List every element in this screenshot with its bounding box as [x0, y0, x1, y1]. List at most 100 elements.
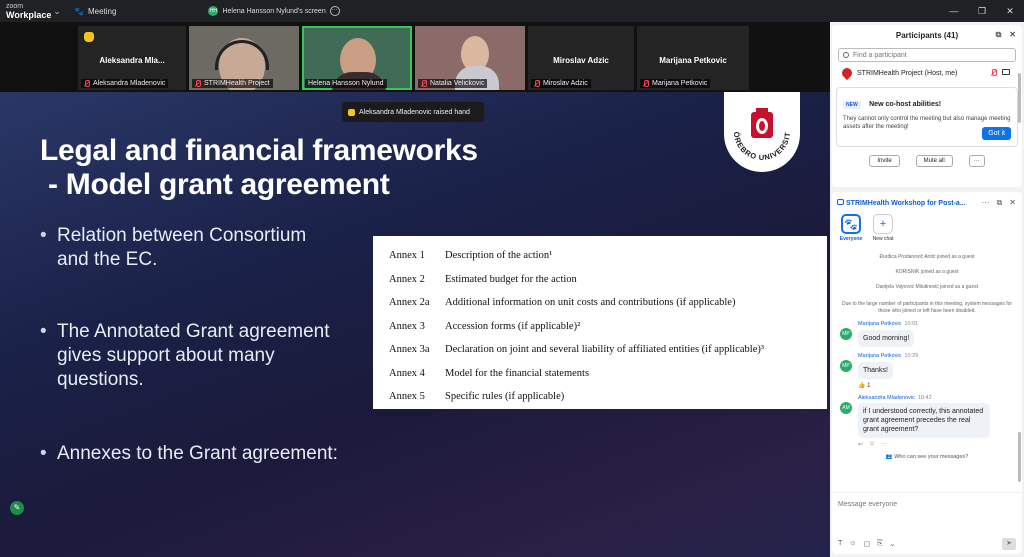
- message-actions: ↩ ☺ ···: [858, 441, 1022, 448]
- mic-muted-icon[interactable]: [991, 69, 997, 76]
- minimize-icon[interactable]: —: [940, 0, 968, 22]
- video-tile[interactable]: Miroslav Adzic Miroslav Adzic: [528, 26, 634, 90]
- participants-scrollbar[interactable]: [1018, 73, 1021, 123]
- video-tile-active[interactable]: Helena Hansson Nylund: [302, 26, 412, 90]
- annex-row: Annex 4 Model for the financial statement…: [373, 362, 827, 386]
- zoom-window: zoom Workplace ⌄ 🐾 Meeting HH Helena Han…: [0, 0, 1024, 557]
- message-bubble: if I understood correctly, this annotate…: [858, 403, 990, 438]
- system-message: KORISNIK joined as a guest: [895, 269, 959, 275]
- close-icon[interactable]: ✕: [1009, 30, 1016, 40]
- got-it-button[interactable]: Got it: [982, 127, 1011, 140]
- mic-muted-icon: [195, 80, 201, 87]
- video-tile[interactable]: Aleksandra Mla... Aleksandra Mladenovic: [78, 26, 186, 90]
- chat-message[interactable]: AM Aleksandra Mladenovic 10:42 if I under…: [832, 395, 1022, 438]
- more-button[interactable]: ···: [968, 155, 985, 167]
- annex-row: Annex 5 Specific rules (if applicable): [373, 385, 827, 409]
- text-format-icon[interactable]: T: [838, 540, 842, 548]
- search-icon: [843, 52, 849, 58]
- mic-muted-icon: [643, 80, 649, 87]
- avatar: MP: [840, 360, 852, 372]
- send-button[interactable]: ➤: [1002, 538, 1016, 550]
- bullet-line: gives support about many: [57, 345, 275, 366]
- mic-muted-icon: [84, 80, 90, 87]
- tab-new-chat[interactable]: + New chat: [872, 214, 894, 250]
- bullet-line: Annexes to the Grant agreement:: [57, 443, 338, 464]
- orebro-university-logo: ÖREBRO UNIVERSITY: [717, 92, 804, 176]
- sender-name: Aleksandra Mladenovic: [858, 395, 915, 401]
- paw-icon: 🐾: [74, 6, 84, 16]
- annex-value: Estimated budget for the action: [445, 273, 577, 285]
- mute-all-button[interactable]: Mute all: [915, 155, 953, 167]
- file-icon[interactable]: ▢: [863, 540, 870, 548]
- search-placeholder: Find a participant: [853, 51, 907, 59]
- heart-avatar-icon: [839, 65, 855, 81]
- chat-scrollbar[interactable]: [1018, 432, 1021, 482]
- video-tile[interactable]: STRIMHealth Project: [189, 26, 299, 90]
- annex-key: Annex 2a: [389, 297, 430, 309]
- chat-message[interactable]: MP Marijana Petkovic 10:29 Thanks!: [832, 353, 1022, 379]
- participants-panel: Participants (41) ⧉ ✕ Find a participant…: [832, 25, 1022, 187]
- close-icon[interactable]: ✕: [1009, 198, 1016, 208]
- message-bubble: Thanks!: [858, 362, 893, 379]
- annex-row: Annex 2a Additional information on unit c…: [373, 291, 827, 315]
- chevron-down-icon[interactable]: ⌄: [50, 6, 64, 17]
- bullet-line: The Annotated Grant agreement: [57, 321, 330, 342]
- annex-value: Additional information on unit costs and…: [445, 297, 736, 309]
- more-options-icon[interactable]: ···: [982, 198, 990, 208]
- sender-name: Marijana Petkovic: [858, 321, 902, 327]
- slide-title-line-1: Legal and financial frameworks: [40, 134, 478, 167]
- tab-everyone[interactable]: 🐾 Everyone: [840, 214, 862, 250]
- chat-message[interactable]: MP Marijana Petkovic 10:01 Good morning!: [832, 321, 1022, 347]
- slide-title: Legal and financial frameworks - Model g…: [40, 134, 478, 202]
- message-bubble: Good morning!: [858, 330, 915, 347]
- more-options-icon[interactable]: ···: [881, 441, 887, 448]
- pop-out-icon[interactable]: ⧉: [997, 198, 1003, 208]
- mic-muted-icon: [534, 80, 540, 87]
- video-tile[interactable]: Marijana Petkovic Marijana Petkovic: [637, 26, 749, 90]
- tile-label: STRIMHealth Project: [192, 79, 273, 88]
- annex-row: Annex 3 Accession forms (if applicable)²: [373, 315, 827, 339]
- video-camera-icon[interactable]: [1002, 69, 1010, 75]
- video-tile[interactable]: Natalia Velickovic: [415, 26, 525, 90]
- right-panel: Participants (41) ⧉ ✕ Find a participant…: [830, 22, 1024, 557]
- bullet-consortium: Relation between Consortium and the EC.: [40, 224, 306, 272]
- emoji-icon[interactable]: ☺: [869, 441, 875, 448]
- screen-share-tab[interactable]: HH Helena Hansson Nylund's screen ···: [208, 6, 340, 16]
- participant-row-me[interactable]: STRIMHealth Project (Host, me): [832, 65, 1022, 81]
- annex-key: Annex 3: [389, 320, 425, 332]
- thumbs-up-reaction[interactable]: 👍 1: [858, 382, 1022, 389]
- annex-value: Description of the action¹: [445, 250, 553, 262]
- participant-search-input[interactable]: Find a participant: [838, 48, 1016, 62]
- tile-name: Marijana Petkovic: [659, 56, 727, 65]
- annex-row: Annex 1 Description of the action¹: [373, 244, 827, 268]
- close-icon[interactable]: ✕: [996, 0, 1024, 22]
- restore-icon[interactable]: ❐: [968, 0, 996, 22]
- who-can-see-link[interactable]: 👥 Who can see your messages?: [832, 454, 1022, 460]
- bullet-line: Relation between Consortium: [57, 225, 307, 246]
- tile-label: Helena Hansson Nylund: [305, 79, 387, 88]
- emoji-icon[interactable]: ☺: [849, 540, 856, 548]
- raised-hand-icon: [348, 108, 355, 116]
- timestamp: 10:42: [917, 395, 932, 401]
- tile-name: Aleksandra Mla...: [99, 56, 165, 65]
- zoom-logo: zoom Workplace: [0, 0, 51, 22]
- plus-icon: +: [873, 214, 893, 234]
- message-meta: Marijana Petkovic 10:29: [858, 353, 1022, 359]
- annotate-pencil-icon[interactable]: ✎: [10, 501, 24, 515]
- chevron-down-icon[interactable]: ⌄: [890, 540, 896, 548]
- annex-value: Accession forms (if applicable)²: [445, 320, 581, 332]
- chat-tabs: 🐾 Everyone + New chat: [832, 214, 1022, 250]
- pop-out-icon[interactable]: ⧉: [996, 30, 1002, 40]
- tile-label-text: Marijana Petkovic: [652, 80, 708, 87]
- message-input[interactable]: Message everyone T ☺ ▢ ⎘ ⌄ ➤: [832, 492, 1022, 554]
- sender-name: Marijana Petkovic: [858, 353, 902, 359]
- meeting-tab[interactable]: 🐾 Meeting: [74, 7, 116, 16]
- cohost-tip-card: NEW New co-host abilities! They cannot o…: [836, 87, 1018, 147]
- tile-label-text: Aleksandra Mladenovic: [93, 80, 166, 87]
- invite-button[interactable]: Invite: [869, 155, 900, 167]
- tile-label-text: STRIMHealth Project: [204, 80, 270, 87]
- reply-icon[interactable]: ↩: [858, 441, 863, 448]
- screenshot-icon[interactable]: ⎘: [877, 540, 883, 548]
- more-options-icon[interactable]: ···: [329, 6, 340, 16]
- toast-text: Aleksandra Mladenovic raised hand: [359, 108, 470, 116]
